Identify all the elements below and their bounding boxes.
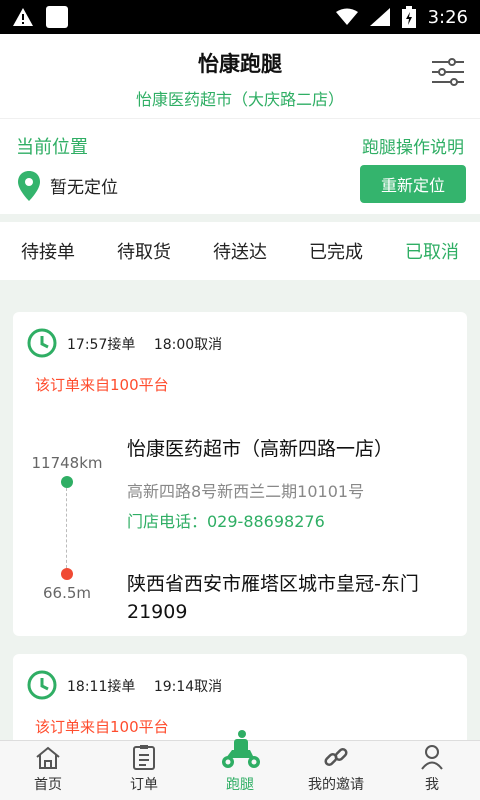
clipboard-icon [133, 745, 155, 770]
nav-invites-label: 我的邀请 [308, 777, 364, 793]
order-card[interactable]: 17:57接单 18:00取消 该订单来自100平台 11748km 66.5m… [13, 312, 467, 636]
nav-home[interactable]: 首页 [8, 746, 88, 794]
nav-orders[interactable]: 订单 [104, 744, 184, 794]
order-card-header: 18:11接单 19:14取消 [13, 654, 467, 714]
tab-completed[interactable]: 已完成 [309, 238, 363, 264]
accepted-time: 18:11接单 [67, 679, 136, 695]
current-location-label: 当前位置 [16, 137, 88, 158]
app-header: 怡康跑腿 怡康医药超市（大庆路二店） [0, 34, 480, 118]
destination-address: 陕西省西安市雁塔区城市皇冠-东门21909 [127, 573, 419, 623]
nav-me[interactable]: 我 [392, 744, 472, 794]
store-subtitle: 怡康医药超市（大庆路二店） [135, 90, 344, 109]
clock-icon [27, 670, 57, 700]
order-status-tabs: 待接单 待取货 待送达 已完成 已取消 [0, 222, 480, 280]
store-name: 怡康医药超市（高新四路一店） [127, 438, 394, 460]
accepted-time: 17:57接单 [67, 337, 136, 353]
platform-note: 该订单来自100平台 [35, 376, 169, 394]
wifi-icon [335, 8, 358, 25]
tab-pending-accept[interactable]: 待接单 [21, 238, 75, 264]
tab-pending-delivery[interactable]: 待送达 [213, 238, 267, 264]
nav-errand-label: 跑腿 [226, 777, 254, 793]
location-pin-icon [18, 171, 40, 201]
page-title: 怡康跑腿 [198, 52, 282, 76]
warning-icon [13, 8, 33, 26]
store-phone[interactable]: 门店电话：029-88698276 [127, 508, 325, 532]
destination-marker [61, 568, 73, 580]
nav-me-label: 我 [425, 777, 439, 793]
order-card-header: 17:57接单 18:00取消 [13, 312, 467, 372]
cancelled-time: 19:14取消 [153, 679, 223, 695]
clock-icon [27, 328, 57, 358]
location-status: 暂无定位 [50, 178, 118, 198]
help-link[interactable]: 跑腿操作说明 [362, 133, 464, 158]
tab-cancelled[interactable]: 已取消 [405, 238, 459, 264]
platform-note: 该订单来自100平台 [35, 718, 169, 736]
nav-errand[interactable]: 跑腿 [200, 728, 280, 794]
notification-icon [46, 6, 68, 28]
status-time: 3:26 [427, 6, 468, 28]
store-marker [61, 476, 73, 488]
route-line [66, 488, 67, 568]
order-list: 17:57接单 18:00取消 该订单来自100平台 11748km 66.5m… [0, 312, 480, 742]
bottom-nav: 首页 订单 跑腿 我的邀请 我 [0, 730, 480, 800]
cancelled-time: 18:00取消 [153, 337, 223, 353]
home-icon [36, 746, 60, 769]
status-bar: 3:26 [0, 0, 480, 34]
destination-distance: 66.5m [42, 584, 91, 602]
location-section: 当前位置 跑腿操作说明 暂无定位 重新定位 [0, 118, 480, 214]
nav-orders-label: 订单 [130, 777, 158, 793]
nav-invites[interactable]: 我的邀请 [296, 744, 376, 794]
link-icon [324, 747, 348, 767]
scooter-icon [222, 730, 260, 768]
filter-settings-icon[interactable] [430, 54, 466, 90]
order-times: 17:57接单 18:00取消 [67, 334, 222, 354]
person-icon [421, 745, 443, 770]
signal-icon [369, 8, 390, 26]
tab-pending-pickup[interactable]: 待取货 [117, 238, 171, 264]
battery-icon [401, 6, 416, 28]
order-times: 18:11接单 19:14取消 [67, 676, 222, 696]
store-distance: 11748km [31, 454, 103, 472]
relocate-button[interactable]: 重新定位 [360, 165, 466, 203]
store-address: 高新四路8号新西兰二期10101号 [127, 482, 365, 501]
nav-home-label: 首页 [34, 777, 62, 793]
